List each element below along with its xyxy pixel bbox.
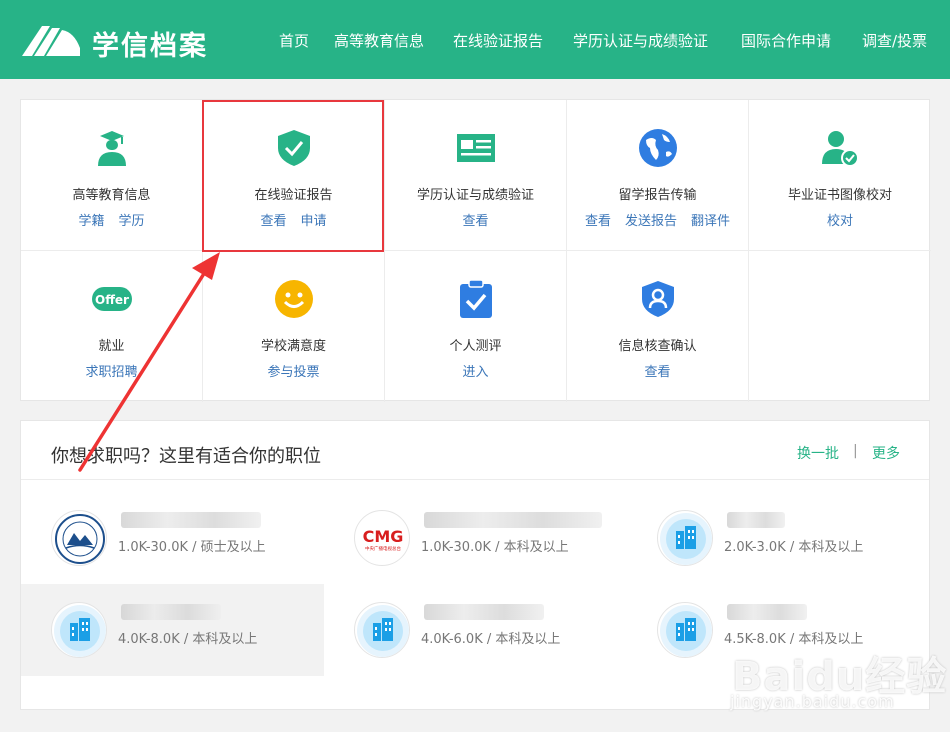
separator: | bbox=[853, 443, 858, 459]
nav-degree-certification[interactable]: 学历认证与成绩验证 bbox=[573, 30, 708, 51]
refresh-jobs-link[interactable]: 换一批 bbox=[797, 443, 839, 463]
more-jobs-link[interactable]: 更多 bbox=[872, 443, 900, 463]
link-view[interactable]: 查看 bbox=[585, 214, 611, 229]
link-translation[interactable]: 翻译件 bbox=[691, 214, 730, 229]
job-info: 2.0K-3.0K / 本科及以上 bbox=[724, 540, 864, 555]
brand-logo-icon[interactable] bbox=[20, 18, 82, 60]
divider bbox=[21, 479, 929, 480]
cmg-logo: CMG 中央广播电视总台 bbox=[354, 510, 410, 566]
university-seal-logo bbox=[51, 510, 107, 566]
services-panel: 高等教育信息 学籍 学历 在线验证报告 查看 申请 学历认证与成绩验证 查看 留… bbox=[20, 99, 931, 402]
service-title: 信息核查确认 bbox=[618, 339, 697, 354]
blurred-company-name bbox=[121, 604, 221, 620]
blurred-company-name bbox=[727, 512, 785, 528]
top-header: 学信档案 首页 高等教育信息 在线验证报告 学历认证与成绩验证 国际合作申请 调… bbox=[0, 0, 950, 79]
nav-home[interactable]: 首页 bbox=[279, 30, 309, 51]
globe-icon bbox=[639, 129, 677, 167]
nav-international[interactable]: 国际合作申请 bbox=[741, 30, 831, 51]
service-personal-assessment[interactable]: 个人测评 进入 bbox=[385, 251, 567, 402]
jobs-title: 你想求职吗？这里有适合你的职位 bbox=[51, 446, 321, 467]
job-info: 1.0K-30.0K / 硕士及以上 bbox=[118, 540, 266, 555]
blurred-company-name bbox=[727, 604, 807, 620]
building-icon bbox=[657, 602, 713, 658]
service-higher-education[interactable]: 高等教育信息 学籍 学历 bbox=[21, 100, 203, 251]
service-employment[interactable]: Offer 就业 求职招聘 bbox=[21, 251, 203, 402]
nav-higher-education[interactable]: 高等教育信息 bbox=[334, 30, 424, 51]
link-view[interactable]: 查看 bbox=[462, 214, 488, 229]
job-info: 4.0K-8.0K / 本科及以上 bbox=[118, 632, 258, 647]
blurred-company-name bbox=[424, 604, 544, 620]
nav-survey[interactable]: 调查/投票 bbox=[862, 30, 927, 51]
link-view[interactable]: 查看 bbox=[644, 365, 670, 380]
service-title: 个人测评 bbox=[449, 339, 502, 354]
offer-icon-text: Offer bbox=[95, 293, 129, 307]
id-card-icon bbox=[457, 134, 495, 162]
smiley-icon bbox=[275, 280, 313, 318]
link-job-search[interactable]: 求职招聘 bbox=[85, 365, 137, 380]
service-study-abroad-report[interactable]: 留学报告传输 查看 发送报告 翻译件 bbox=[567, 100, 749, 251]
highlight-box-annotation bbox=[202, 100, 384, 252]
building-icon bbox=[51, 602, 107, 658]
graduate-icon bbox=[98, 131, 126, 166]
clipboard-check-icon bbox=[460, 279, 492, 318]
link-enrollment[interactable]: 学籍 bbox=[78, 214, 104, 229]
service-title: 留学报告传输 bbox=[618, 188, 697, 203]
shield-user-icon bbox=[642, 281, 674, 317]
link-send-report[interactable]: 发送报告 bbox=[625, 214, 677, 229]
building-icon bbox=[657, 510, 713, 566]
link-enter[interactable]: 进入 bbox=[462, 365, 488, 380]
service-title: 学校满意度 bbox=[260, 339, 326, 354]
building-icon bbox=[354, 602, 410, 658]
job-info: 1.0K-30.0K / 本科及以上 bbox=[421, 540, 569, 555]
job-item[interactable]: 4.0K-8.0K / 本科及以上 bbox=[21, 584, 324, 676]
service-certificate-proofread[interactable]: 毕业证书图像校对 校对 bbox=[749, 100, 931, 251]
job-item[interactable]: 1.0K-30.0K / 硕士及以上 bbox=[21, 492, 324, 584]
service-title: 就业 bbox=[98, 339, 125, 354]
user-check-icon bbox=[822, 131, 859, 167]
blurred-company-name bbox=[121, 512, 261, 528]
cmg-logo-text: CMG bbox=[363, 527, 404, 546]
service-info-verification[interactable]: 信息核查确认 查看 bbox=[567, 251, 749, 402]
service-title: 毕业证书图像校对 bbox=[787, 188, 892, 203]
link-vote[interactable]: 参与投票 bbox=[267, 365, 319, 380]
job-info: 4.0K-6.0K / 本科及以上 bbox=[421, 632, 561, 647]
job-item[interactable]: CMG 中央广播电视总台 1.0K-30.0K / 本科及以上 bbox=[324, 492, 627, 584]
blurred-company-name bbox=[424, 512, 602, 528]
service-title: 高等教育信息 bbox=[72, 188, 151, 203]
job-item[interactable]: 2.0K-3.0K / 本科及以上 bbox=[627, 492, 930, 584]
link-degree[interactable]: 学历 bbox=[119, 214, 145, 229]
nav-online-verification[interactable]: 在线验证报告 bbox=[453, 30, 543, 51]
job-item[interactable]: 4.0K-6.0K / 本科及以上 bbox=[324, 584, 627, 676]
link-proofread[interactable]: 校对 bbox=[827, 214, 853, 229]
cmg-logo-subtext: 中央广播电视总台 bbox=[365, 545, 401, 552]
watermark-url: jingyan.baidu.com bbox=[730, 692, 895, 711]
service-title: 学历认证与成绩验证 bbox=[416, 188, 534, 203]
offer-icon: Offer bbox=[92, 287, 132, 311]
brand-name[interactable]: 学信档案 bbox=[92, 24, 208, 63]
service-school-satisfaction[interactable]: 学校满意度 参与投票 bbox=[203, 251, 385, 402]
service-empty-cell bbox=[749, 251, 931, 402]
service-degree-certification[interactable]: 学历认证与成绩验证 查看 bbox=[385, 100, 567, 251]
